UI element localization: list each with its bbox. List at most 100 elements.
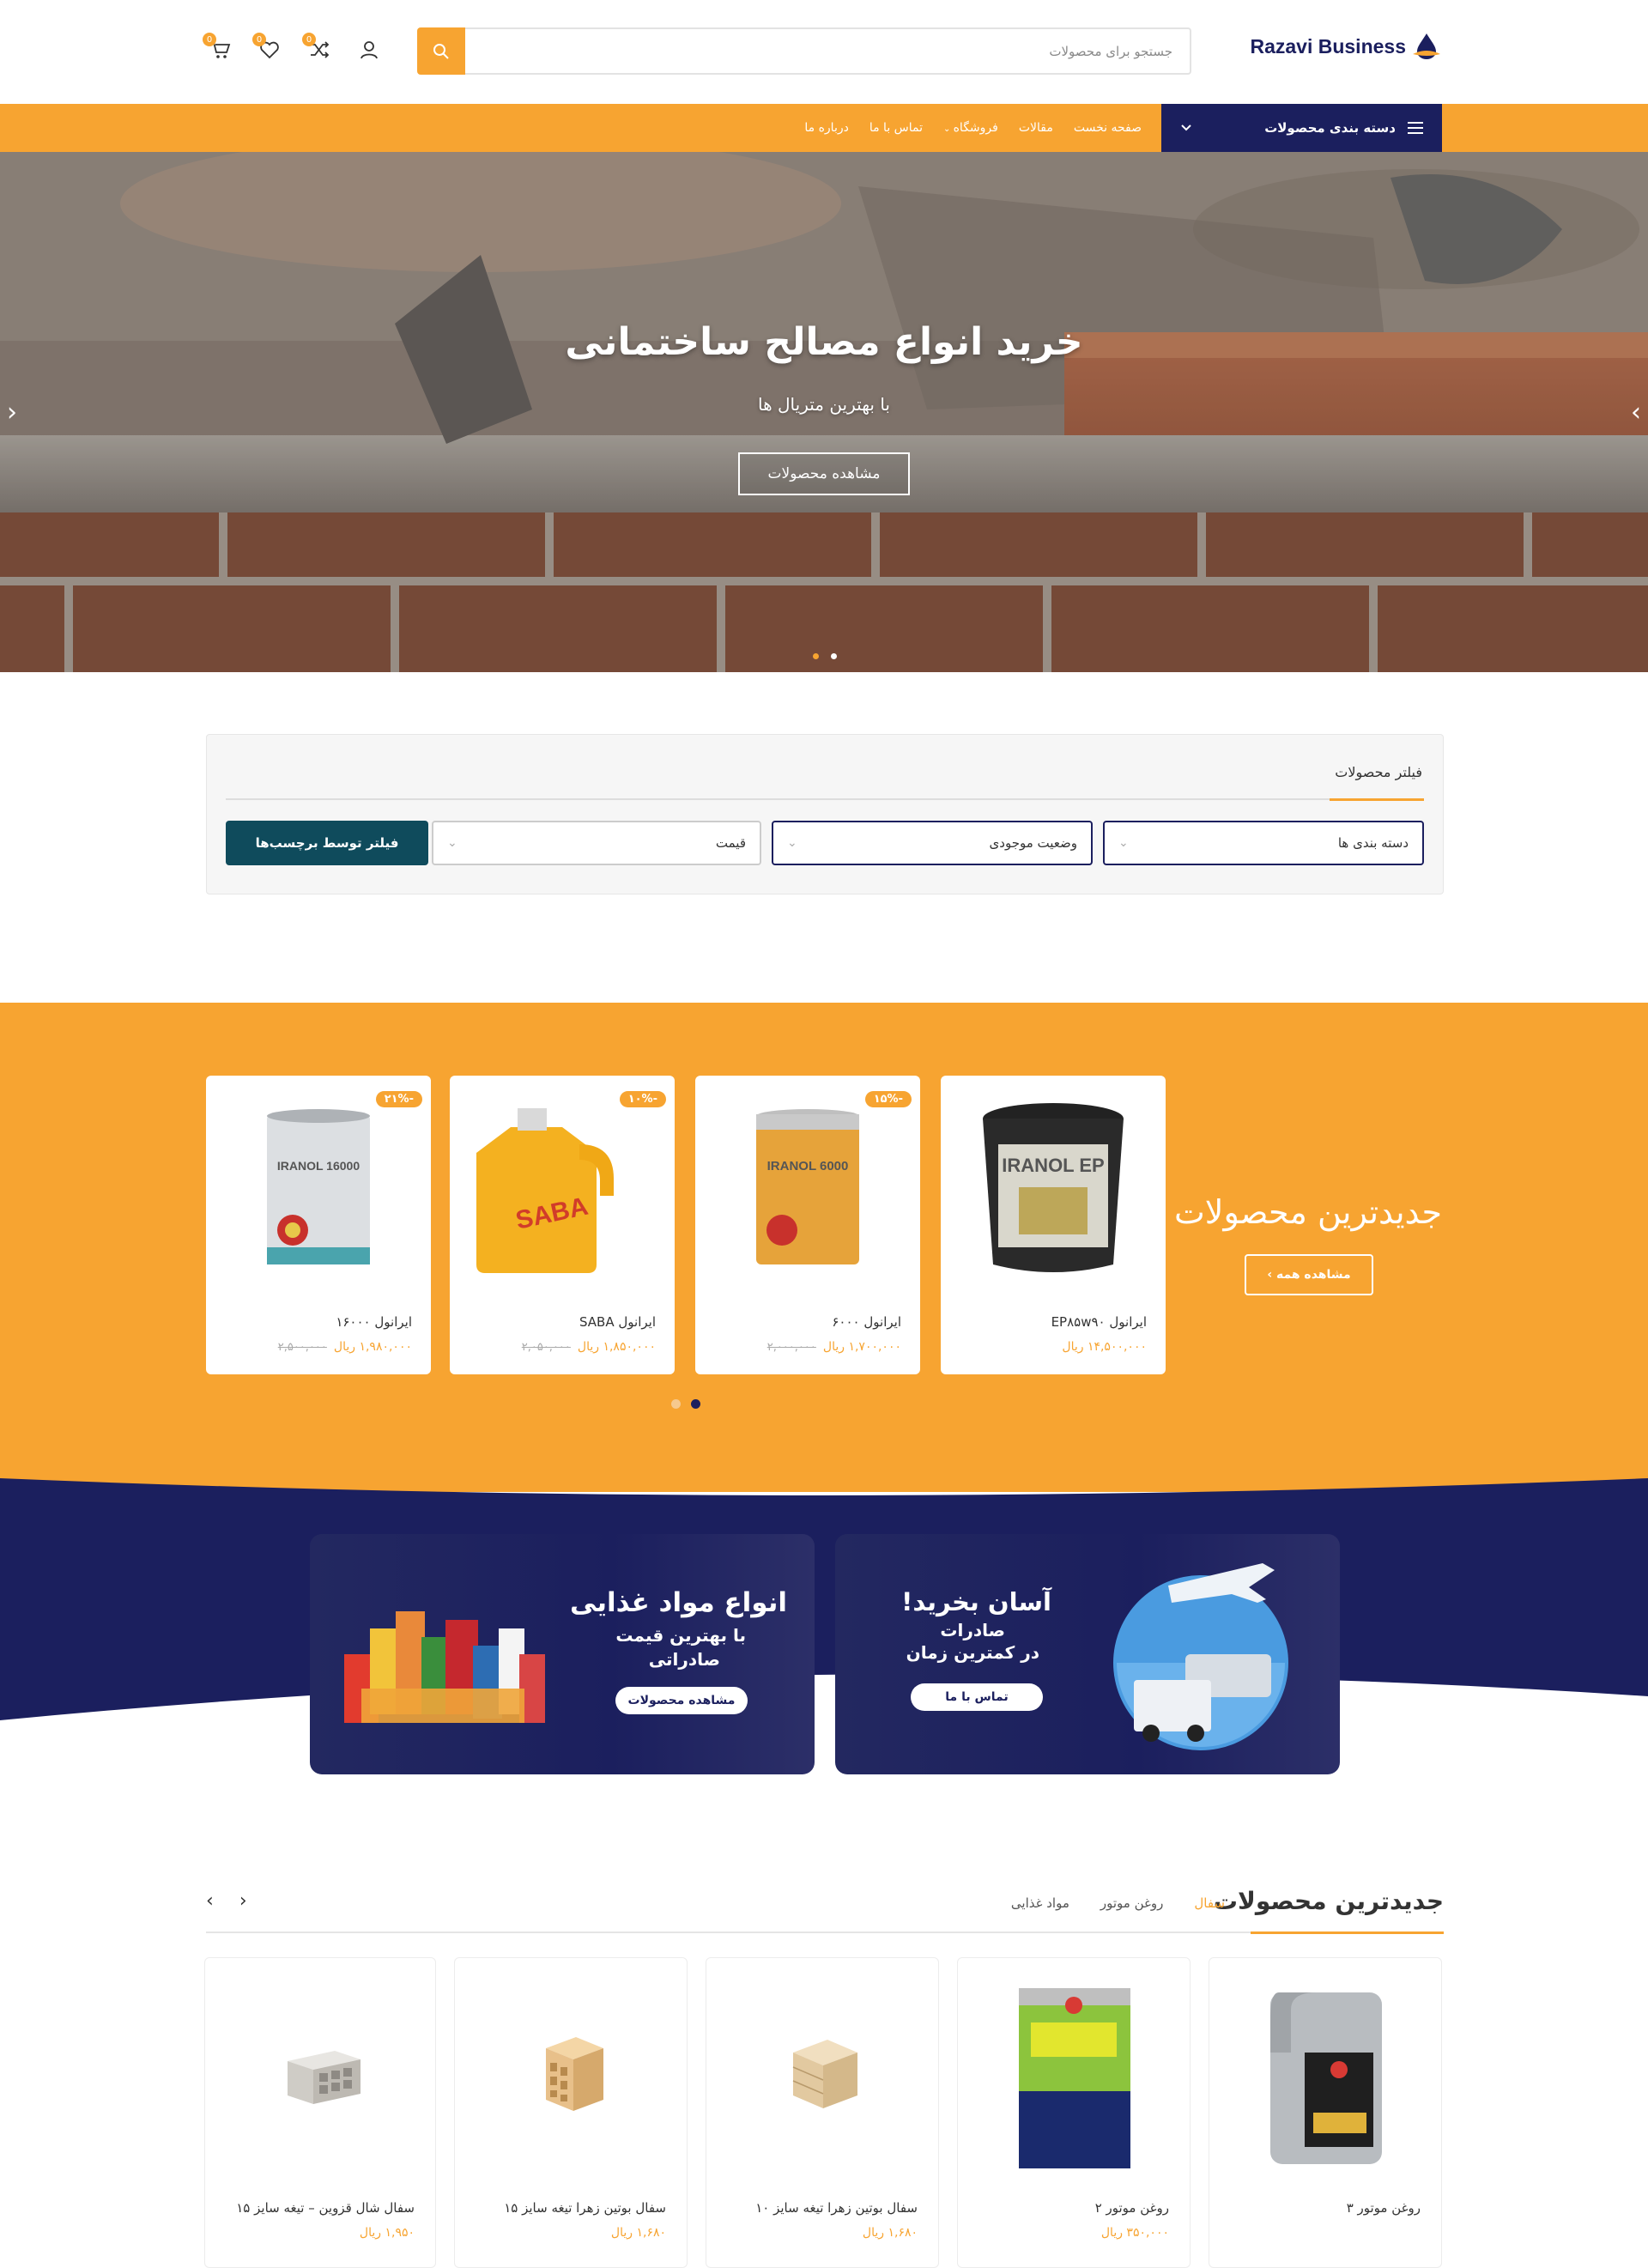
- product-price: ۱,۹۵۰ ریال: [359, 2226, 415, 2240]
- bucket-brand-text: IRANOL EP: [1002, 1155, 1104, 1176]
- hero-subtitle: با بهترین متریال ها: [758, 394, 890, 415]
- search-button[interactable]: [417, 27, 465, 75]
- product-card[interactable]: -۲۱% IRANOL 16000 ایرانول ۱۶۰۰۰ ۱,۹۸۰,۰۰…: [206, 1076, 431, 1374]
- filter-title: فیلتر محصولات: [1335, 764, 1422, 780]
- nav-item-home[interactable]: صفحه نخست: [1074, 121, 1142, 135]
- product-card[interactable]: روغن موتور ۳: [1209, 1957, 1442, 2268]
- slider-dots: [813, 653, 837, 659]
- product-image: IRANOL 6000: [712, 1088, 903, 1287]
- carousel-dot-active[interactable]: [691, 1399, 700, 1409]
- product-card[interactable]: سفال بوتین زهرا تیغه سایز ۱۵ ۱,۶۸۰ ریال: [454, 1957, 688, 2268]
- filter-tags-button[interactable]: فیلتر توسط برچسب‌ها: [226, 821, 428, 865]
- product-image: [972, 1967, 1178, 2181]
- transport-image: [1113, 1563, 1288, 1750]
- slider-next-arrow-icon[interactable]: ›: [1631, 397, 1641, 428]
- latest-title: جدیدترین محصولات: [1213, 1887, 1444, 1915]
- old-price: ۲,۰۵۰,۰۰۰: [521, 1340, 571, 1354]
- product-name[interactable]: سفال بوتین زهرا تیغه سایز ۱۵: [504, 2200, 666, 2216]
- promo-food-banner[interactable]: انواع مواد غذایی با بهترین قیمت صادراتی …: [310, 1534, 815, 1774]
- slider-dot-active[interactable]: [813, 653, 819, 659]
- product-card[interactable]: -۱۰% SABA ایرانول SABA ۱,۸۵۰,۰۰۰ ریال ۲,۰…: [450, 1076, 675, 1374]
- product-name[interactable]: ایرانول SABA: [579, 1314, 656, 1330]
- chevron-down-icon: ⌄: [787, 836, 797, 850]
- promo-food-title: انواع مواد غذایی: [570, 1587, 787, 1618]
- featured-title: جدیدترین محصولات: [1174, 1193, 1442, 1231]
- hero-slider: خرید انواع مصالح ساختمانی با بهترین متری…: [0, 152, 1648, 672]
- logo-drop-icon: [1413, 33, 1440, 59]
- tab-food[interactable]: مواد غذایی: [1011, 1895, 1069, 1911]
- nav-item-shop[interactable]: فروشگاه ⌄: [943, 121, 998, 135]
- promo-export-banner[interactable]: آسان بخرید! صادرات در کمترین زمان تماس ب…: [835, 1534, 1340, 1774]
- product-card[interactable]: -۱۵% IRANOL 6000 ایرانول ۶۰۰۰ ۱,۷۰۰,۰۰۰ …: [695, 1076, 920, 1374]
- wishlist-button[interactable]: 0: [252, 33, 283, 64]
- product-name[interactable]: ایرانول EP۸۵w۹۰: [1051, 1314, 1147, 1330]
- oil-can-gray-image: IRANOL 16000: [267, 1109, 370, 1264]
- food-products-image: [344, 1611, 545, 1723]
- promo-food-line2: با بهترین قیمت: [615, 1625, 746, 1646]
- navy-wave-band: [0, 1478, 1648, 1720]
- tab-pottery[interactable]: سفال: [1194, 1895, 1225, 1911]
- filter-category-select[interactable]: دسته بندی ها ⌄: [1103, 821, 1424, 865]
- can-brand-text: IRANOL 6000: [767, 1159, 849, 1173]
- product-card[interactable]: سفال بوتین زهرا تیغه سایز ۱۰ ۱,۶۸۰ ریال: [706, 1957, 939, 2268]
- oil-can-green-image: [1019, 1988, 1130, 2168]
- product-name[interactable]: سفال شال قزوین – تیغه سایز ۱۵: [236, 2200, 415, 2216]
- product-image: SABA: [467, 1088, 657, 1287]
- product-name[interactable]: ایرانول ۱۶۰۰۰: [336, 1314, 412, 1330]
- chevron-left-icon[interactable]: ‹: [206, 1890, 214, 1912]
- promo-food-button[interactable]: مشاهده محصولات: [615, 1687, 748, 1714]
- logo[interactable]: Razavi Business: [1250, 31, 1442, 62]
- hero-view-products-button[interactable]: مشاهده محصولات: [738, 452, 910, 495]
- filter-price-select[interactable]: قیمت ⌄: [432, 821, 761, 865]
- product-image: [720, 1967, 926, 2181]
- categories-menu-button[interactable]: دسته بندی محصولات: [1161, 104, 1442, 152]
- product-card[interactable]: روغن موتور ۲ ۳۵۰,۰۰۰ ریال: [957, 1957, 1191, 2268]
- tab-motor-oil[interactable]: روغن موتور: [1100, 1895, 1163, 1911]
- nav-item-articles[interactable]: مقالات: [1019, 121, 1053, 135]
- filter-divider: [226, 798, 1424, 801]
- cart-button[interactable]: 0: [203, 33, 233, 64]
- latest-products-header: جدیدترین محصولات سفال روغن موتور مواد غذ…: [206, 1880, 1444, 1934]
- product-name[interactable]: روغن موتور ۲: [1095, 2200, 1169, 2216]
- carousel-dot[interactable]: [671, 1399, 681, 1409]
- hero-title: خرید انواع مصالح ساختمانی: [565, 320, 1083, 364]
- cart-count: 0: [203, 33, 216, 46]
- product-price: ۱,۶۸۰ ریال: [610, 2226, 666, 2240]
- promo-export-contact-button[interactable]: تماس با ما: [911, 1683, 1043, 1711]
- can-brand-text: IRANOL 16000: [277, 1159, 360, 1173]
- product-image: [1223, 1967, 1429, 2181]
- product-image: IRANOL 16000: [223, 1088, 414, 1287]
- oil-can-gray-image: [1270, 1992, 1382, 2164]
- old-price: ۲,۰۰۰,۰۰۰: [766, 1340, 816, 1354]
- product-name[interactable]: ایرانول ۶۰۰۰: [832, 1314, 901, 1330]
- product-image: IRANOL EP: [958, 1088, 1148, 1287]
- logo-text: Razavi Business: [1250, 34, 1406, 58]
- product-name[interactable]: روغن موتور ۳: [1347, 2200, 1421, 2216]
- promo-export-line2: صادرات: [940, 1620, 1005, 1640]
- site-header: Razavi Business جستجو برای محصولات 0 0 0: [0, 0, 1648, 104]
- chevron-right-icon[interactable]: ›: [239, 1890, 247, 1912]
- product-card[interactable]: IRANOL EP ایرانول EP۸۵w۹۰ ۱۴,۵۰۰,۰۰۰ ریا…: [941, 1076, 1166, 1374]
- oil-can-image: IRANOL 6000: [756, 1109, 859, 1264]
- slider-dot[interactable]: [831, 653, 837, 659]
- brick-image: [792, 2040, 857, 2108]
- product-card[interactable]: سفال شال قزوین – تیغه سایز ۱۵ ۱,۹۵۰ ریال: [204, 1957, 436, 2268]
- nav-item-contact[interactable]: تماس با ما: [869, 121, 923, 135]
- see-all-button[interactable]: مشاهده همه ›: [1245, 1254, 1373, 1295]
- product-price: ۱,۸۵۰,۰۰۰ ریال ۲,۰۵۰,۰۰۰: [521, 1340, 656, 1354]
- filter-stock-select[interactable]: وضعیت موجودی ⌄: [772, 821, 1093, 865]
- slider-prev-arrow-icon[interactable]: ‹: [7, 397, 17, 428]
- product-price: ۱,۷۰۰,۰۰۰ ریال ۲,۰۰۰,۰۰۰: [766, 1340, 901, 1354]
- compare-button[interactable]: 0: [302, 33, 333, 64]
- main-nav: دسته بندی محصولات صفحه نخست مقالات فروشگ…: [0, 104, 1648, 152]
- promo-export-title: آسان بخرید!: [901, 1587, 1051, 1616]
- search-form: جستجو برای محصولات: [417, 27, 1191, 75]
- categories-label: دسته بندی محصولات: [1264, 120, 1396, 136]
- product-name[interactable]: سفال بوتین زهرا تیغه سایز ۱۰: [755, 2200, 918, 2216]
- chevron-down-icon: [1181, 124, 1191, 131]
- account-button[interactable]: [355, 36, 383, 64]
- nav-item-about[interactable]: درباره ما: [804, 121, 848, 135]
- search-input[interactable]: جستجو برای محصولات: [465, 27, 1191, 75]
- user-icon: [360, 41, 378, 59]
- product-price: ۳۵۰,۰۰۰ ریال: [1100, 2226, 1169, 2240]
